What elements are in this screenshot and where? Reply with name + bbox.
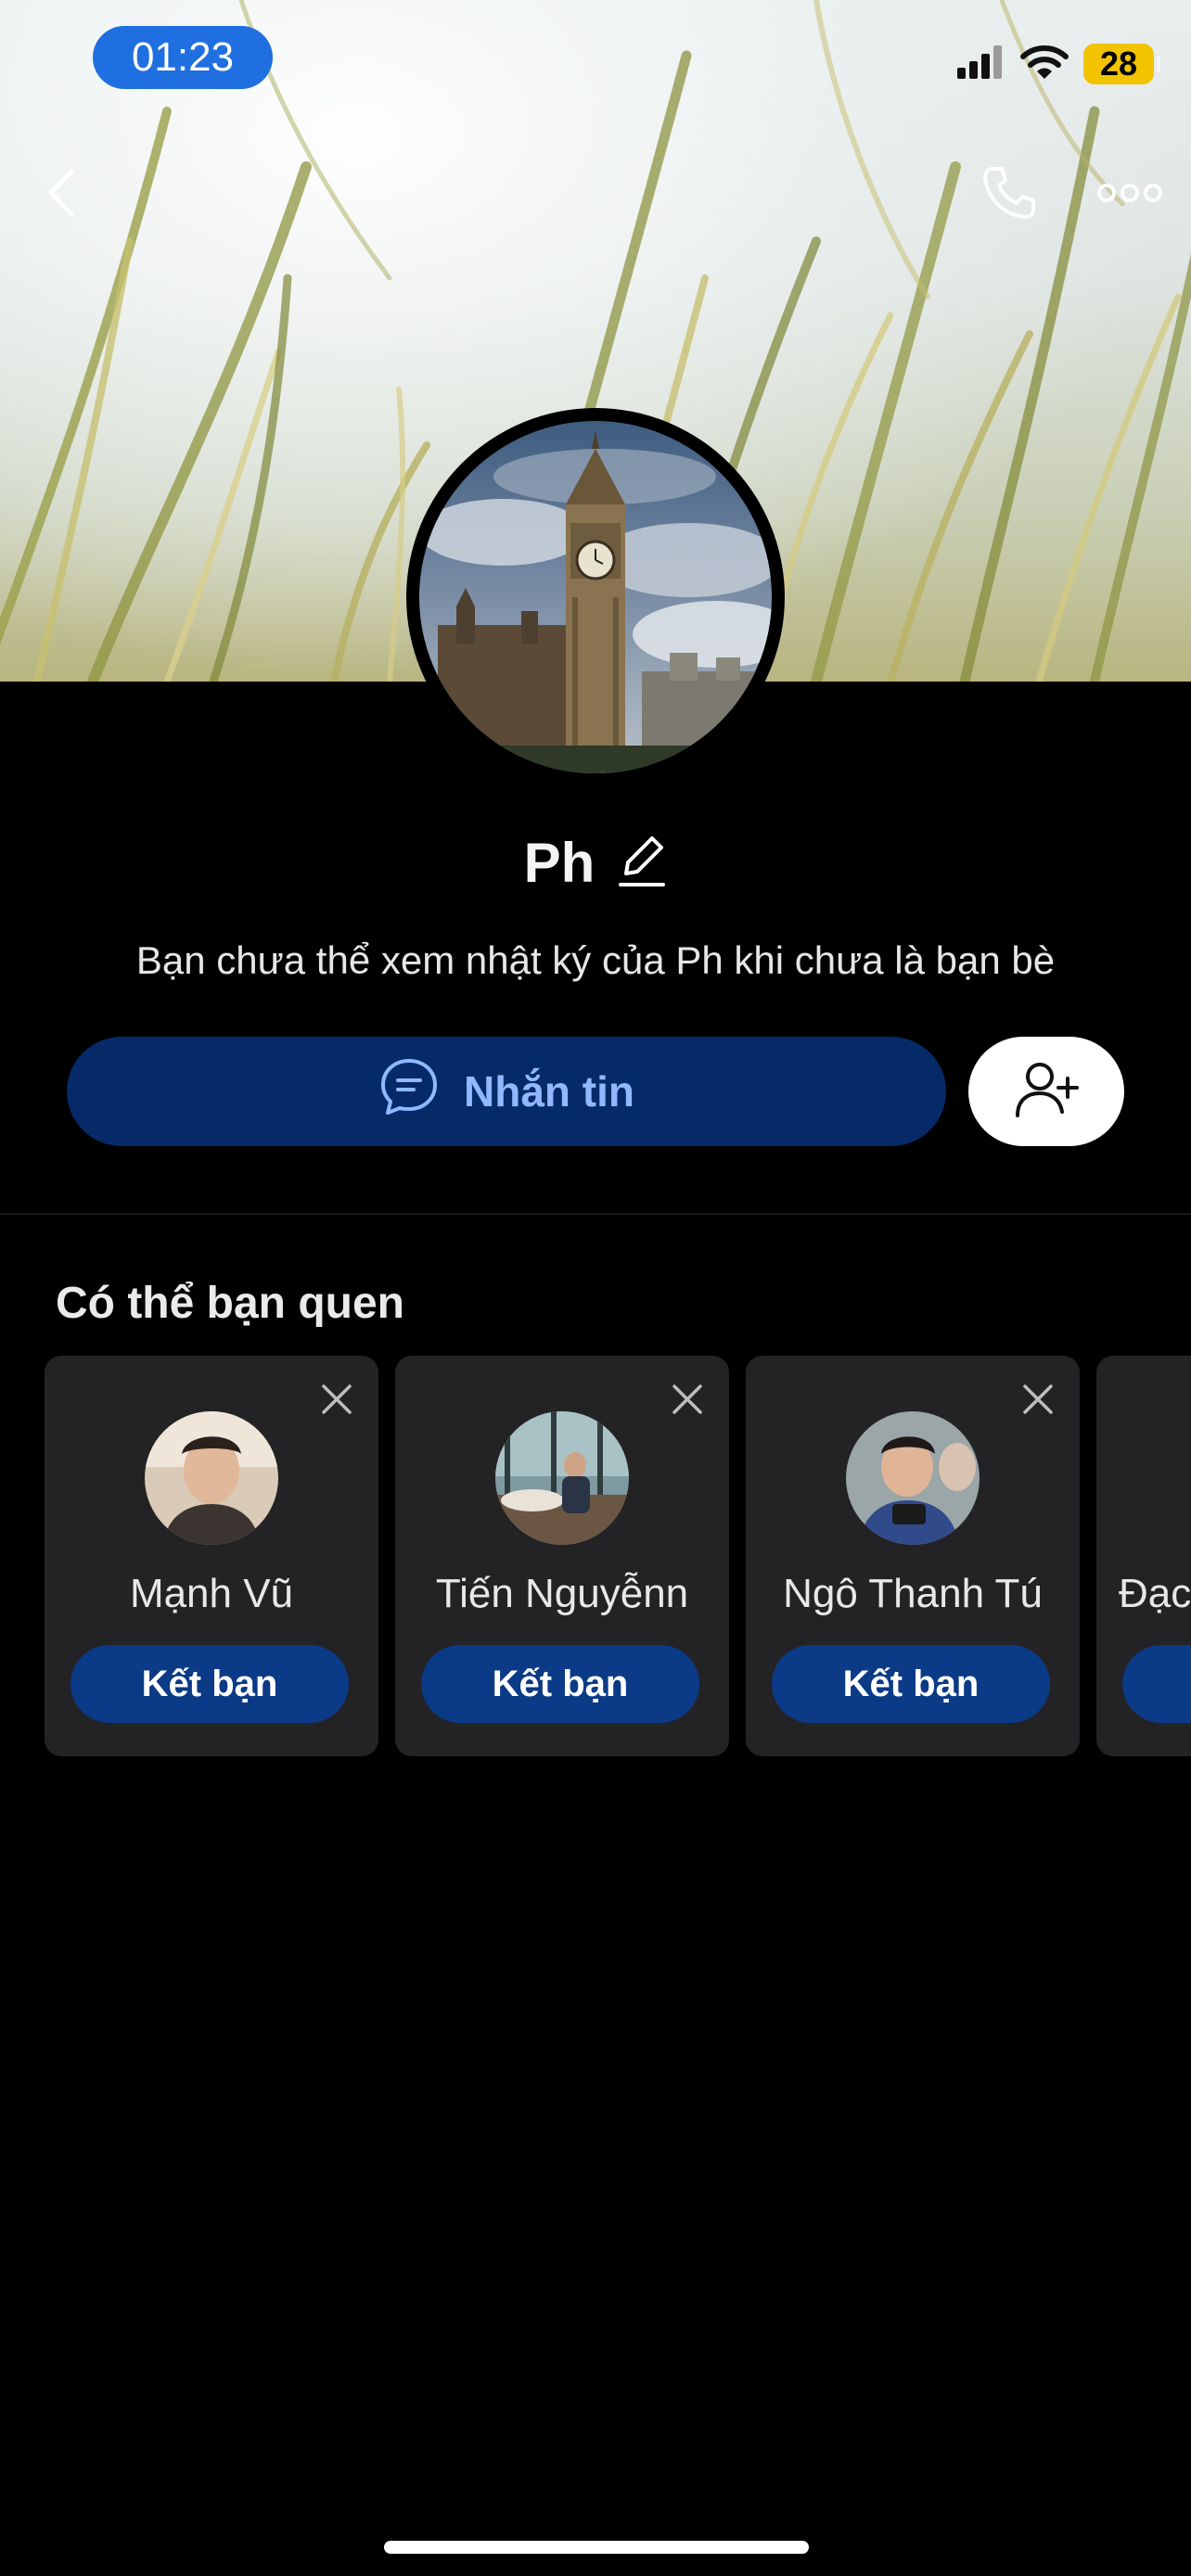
more-dots-icon (1097, 182, 1162, 209)
suggestion-name: Ngô Thanh Tú (783, 1571, 1043, 1616)
suggestions-title: Có thể bạn quen (56, 1279, 404, 1328)
home-indicator[interactable] (384, 2541, 809, 2554)
wifi-icon (1020, 44, 1069, 85)
add-friend-button[interactable]: Kết bạn (421, 1645, 699, 1723)
add-friend-button[interactable] (1122, 1645, 1191, 1723)
suggestion-avatar[interactable] (145, 1411, 278, 1545)
suggestions-carousel[interactable]: Mạnh Vũ Kết bạn Tiến Nguyễnn Kết bạn Ngô… (45, 1356, 1191, 1756)
suggestion-avatar[interactable] (495, 1411, 629, 1545)
suggestion-card[interactable]: Ngô Thanh Tú Kết bạn (746, 1356, 1080, 1756)
privacy-note: Bạn chưa thể xem nhật ký của Ph khi chưa… (135, 938, 1056, 982)
suggestion-avatar[interactable] (846, 1411, 980, 1545)
battery-icon: 28 (1083, 44, 1160, 84)
add-friend-button[interactable]: Kết bạn (772, 1645, 1050, 1723)
phone-icon (980, 163, 1039, 227)
profile-name-row: Ph (0, 825, 1191, 899)
suggestion-card[interactable]: Tiến Nguyễnn Kết bạn (395, 1356, 729, 1756)
back-chevron-icon (47, 168, 75, 223)
close-icon[interactable] (1022, 1384, 1054, 1420)
close-icon[interactable] (321, 1384, 352, 1420)
add-user-icon (1014, 1060, 1079, 1124)
suggestion-card[interactable]: Đạc (1096, 1356, 1191, 1756)
suggestion-card[interactable]: Mạnh Vũ Kết bạn (45, 1356, 378, 1756)
status-icons: 28 (957, 41, 1160, 87)
suggestion-name: Đạc (1119, 1571, 1191, 1616)
suggestion-name: Mạnh Vũ (129, 1571, 294, 1616)
pencil-icon[interactable] (617, 831, 667, 895)
add-friend-button[interactable] (968, 1037, 1124, 1146)
message-button[interactable]: Nhắn tin (67, 1037, 946, 1146)
cellular-signal-icon (957, 45, 1005, 83)
add-friend-button[interactable]: Kết bạn (70, 1645, 349, 1723)
section-divider (0, 1213, 1191, 1215)
message-button-label: Nhắn tin (464, 1067, 634, 1116)
suggestion-name: Tiến Nguyễnn (435, 1571, 689, 1616)
profile-name: Ph (523, 831, 596, 894)
close-icon[interactable] (672, 1384, 703, 1420)
more-button[interactable] (1095, 176, 1165, 213)
chat-bubble-icon (378, 1056, 440, 1128)
profile-avatar[interactable] (406, 408, 785, 786)
back-button[interactable] (33, 167, 89, 223)
status-time: 01:23 (93, 26, 273, 89)
call-button[interactable] (976, 163, 1043, 226)
